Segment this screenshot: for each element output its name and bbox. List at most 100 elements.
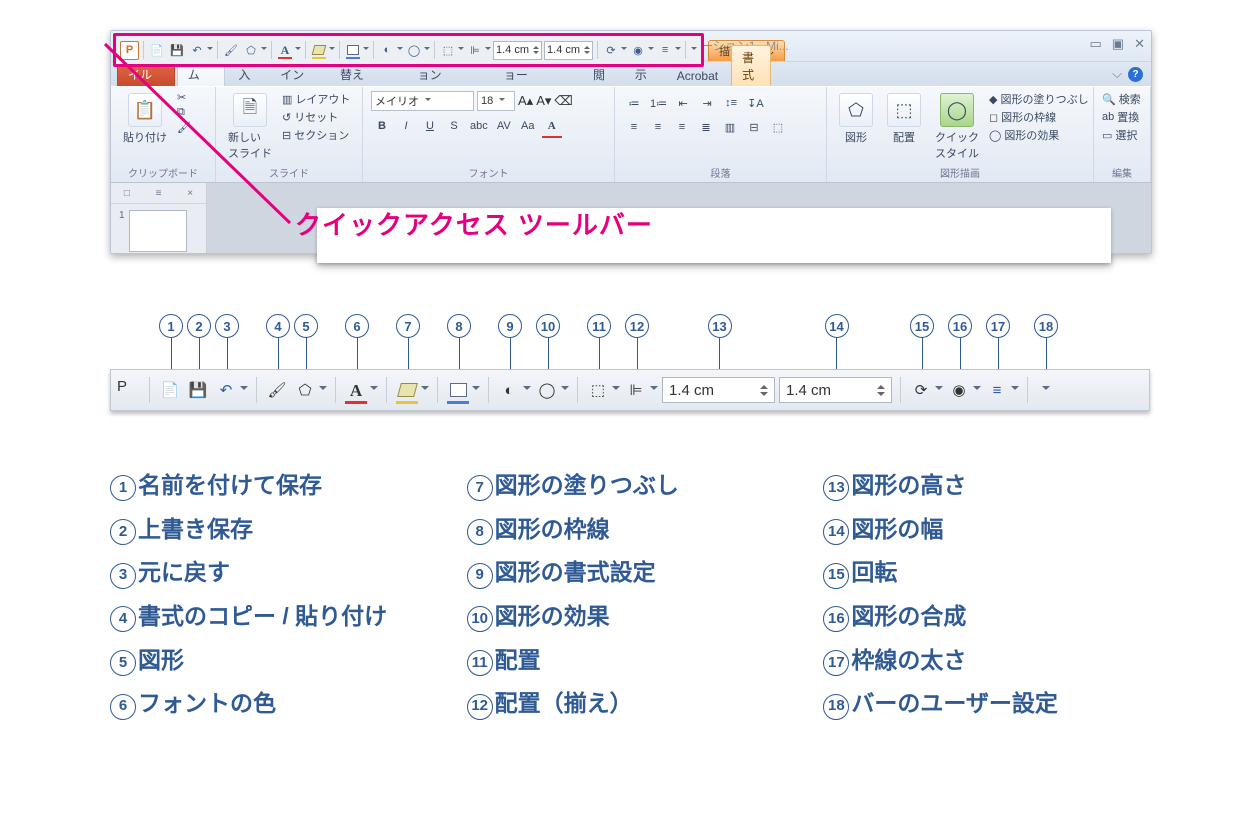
format-painter-icon[interactable]: 🖌	[177, 121, 191, 134]
shape-effects-icon[interactable]: ◯	[405, 41, 423, 59]
section-button[interactable]: ⊟ セクション	[282, 127, 350, 143]
bold-button[interactable]: B	[371, 117, 393, 135]
shape-effects-button[interactable]: ◯ 図形の効果	[989, 127, 1089, 143]
font-color-icon[interactable]: A	[344, 378, 368, 402]
shadow-button[interactable]: S	[443, 117, 465, 135]
save-as-icon[interactable]: 📄	[158, 378, 182, 402]
maximize-icon[interactable]: ▣	[1112, 36, 1124, 52]
shape-width-field[interactable]: 1.4 cm	[544, 41, 593, 60]
enlarged-qat-bar: P 📄 💾 ↶ 🖌 ⬠ A ◐ ◯ ⬚ ⊫ 1.4 cm 1.4 cm ⟳ ◉	[110, 369, 1150, 411]
linespacing-button[interactable]: ↕≡	[720, 94, 742, 112]
shape-outline-button[interactable]: ◻ 図形の枠線	[989, 109, 1089, 125]
close-icon[interactable]: ✕	[1134, 36, 1145, 52]
font-color-button[interactable]: A	[541, 117, 563, 137]
paste-button[interactable]: 📋貼り付け	[119, 91, 171, 147]
shapes-icon[interactable]: ⬠	[293, 378, 317, 402]
customize-qat-icon[interactable]	[1036, 386, 1054, 394]
bullets-button[interactable]: ≔	[623, 94, 645, 112]
copy-icon[interactable]: ⧉	[177, 106, 191, 119]
case-button[interactable]: Aa	[517, 117, 539, 135]
align-icon[interactable]: ⊫	[466, 41, 484, 59]
align-right-button[interactable]: ≡	[671, 118, 693, 136]
columns-button[interactable]: ▥	[719, 118, 741, 136]
italic-button[interactable]: I	[395, 117, 417, 135]
tab-format[interactable]: 書式	[731, 45, 771, 86]
shape-fill-button[interactable]: ◆ 図形の塗りつぶし	[989, 91, 1089, 107]
save-icon[interactable]: 💾	[168, 41, 186, 59]
callout-label: クイックアクセス ツールバー	[295, 205, 653, 242]
rotate-icon[interactable]: ⟳	[909, 378, 933, 402]
align-center-button[interactable]: ≡	[647, 118, 669, 136]
align-left-button[interactable]: ≡	[623, 118, 645, 136]
tab-acrobat[interactable]: Acrobat	[666, 65, 729, 86]
find-button[interactable]: 🔍 検索	[1102, 91, 1141, 107]
minimize-icon[interactable]: ▭	[1090, 36, 1102, 52]
legend-item: 15回転	[823, 551, 1150, 595]
ribbon-min-icon[interactable]: ⌵	[1112, 66, 1122, 82]
shape-fill-icon[interactable]	[395, 378, 419, 402]
shape-fill-icon[interactable]	[310, 41, 328, 59]
numbering-button[interactable]: 1≔	[647, 94, 670, 112]
shape-outline-icon[interactable]	[344, 41, 362, 59]
shapes-icon[interactable]: ⬠	[242, 41, 260, 59]
legend-item: 18バーのユーザー設定	[823, 682, 1150, 726]
shape-outline-icon[interactable]	[446, 378, 470, 402]
clear-format-icon[interactable]: ⌫	[554, 93, 572, 109]
customize-qat-icon[interactable]	[690, 47, 697, 53]
layout-button[interactable]: ▥ レイアウト	[282, 91, 350, 107]
shapes-button[interactable]: ⬠図形	[835, 91, 877, 147]
group-drawing: 図形描画	[835, 163, 1085, 180]
valign-button[interactable]: ⊟	[743, 118, 765, 136]
new-slide-button[interactable]: 🗎新しい スライド	[224, 91, 276, 163]
cut-icon[interactable]: ✂	[177, 91, 191, 104]
slide-thumbnail[interactable]	[129, 210, 187, 252]
textdir-button[interactable]: ↧A	[744, 94, 767, 112]
merge-shapes-icon[interactable]: ◉	[629, 41, 647, 59]
reset-button[interactable]: ↺ リセット	[282, 109, 350, 125]
leader-6: 6	[345, 314, 369, 369]
font-name-combo[interactable]: メイリオ	[371, 91, 474, 111]
shape-effects-icon[interactable]: ◯	[535, 378, 559, 402]
replace-button[interactable]: ab 置換	[1102, 109, 1141, 125]
help-icon[interactable]: ?	[1128, 67, 1143, 82]
font-size-combo[interactable]: 18	[477, 91, 515, 111]
font-color-icon[interactable]: A	[276, 41, 294, 59]
quickstyle-button[interactable]: ◯クイック スタイル	[931, 91, 983, 163]
arrange-button[interactable]: ⬚配置	[883, 91, 925, 147]
grow-font-icon[interactable]: A▴	[518, 93, 533, 109]
strike-button[interactable]: abc	[467, 117, 491, 135]
line-weight-icon[interactable]: ≡	[985, 378, 1009, 402]
spacing-button[interactable]: AV	[493, 117, 515, 135]
arrange-icon[interactable]: ⬚	[586, 378, 610, 402]
format-shape-icon[interactable]: ◐	[497, 378, 521, 402]
save-icon[interactable]: 💾	[186, 378, 210, 402]
dedent-button[interactable]: ⇤	[672, 94, 694, 112]
merge-shapes-icon[interactable]: ◉	[947, 378, 971, 402]
rotate-icon[interactable]: ⟳	[602, 41, 620, 59]
format-painter-icon[interactable]: 🖌	[265, 378, 289, 402]
thumb-close-icon[interactable]: ×	[174, 188, 206, 199]
shape-height-field[interactable]: 1.4 cm	[493, 41, 542, 60]
format-painter-icon[interactable]: 🖌	[222, 41, 240, 59]
leader-3: 3	[215, 314, 239, 369]
save-as-icon[interactable]: 📄	[148, 41, 166, 59]
thumb-tab-slides[interactable]: □	[111, 188, 143, 199]
indent-button[interactable]: ⇥	[696, 94, 718, 112]
leader-18: 18	[1034, 314, 1058, 369]
undo-icon[interactable]: ↶	[214, 378, 238, 402]
arrange-icon[interactable]: ⬚	[439, 41, 457, 59]
format-shape-icon[interactable]: ◐	[378, 41, 396, 59]
justify-button[interactable]: ≣	[695, 118, 717, 136]
underline-button[interactable]: U	[419, 117, 441, 135]
smartart-button[interactable]: ⬚	[767, 118, 789, 136]
legend-item: 14図形の幅	[823, 508, 1150, 552]
select-button[interactable]: ▭ 選択	[1102, 127, 1141, 143]
thumb-tab-outline[interactable]: ≡	[143, 188, 175, 199]
leader-4: 4	[266, 314, 290, 369]
shape-height-field[interactable]: 1.4 cm	[662, 377, 775, 403]
undo-icon[interactable]: ↶	[188, 41, 206, 59]
align-icon[interactable]: ⊫	[624, 378, 648, 402]
shape-width-field[interactable]: 1.4 cm	[779, 377, 892, 403]
line-weight-icon[interactable]: ≡	[656, 41, 674, 59]
shrink-font-icon[interactable]: A▾	[536, 93, 551, 109]
